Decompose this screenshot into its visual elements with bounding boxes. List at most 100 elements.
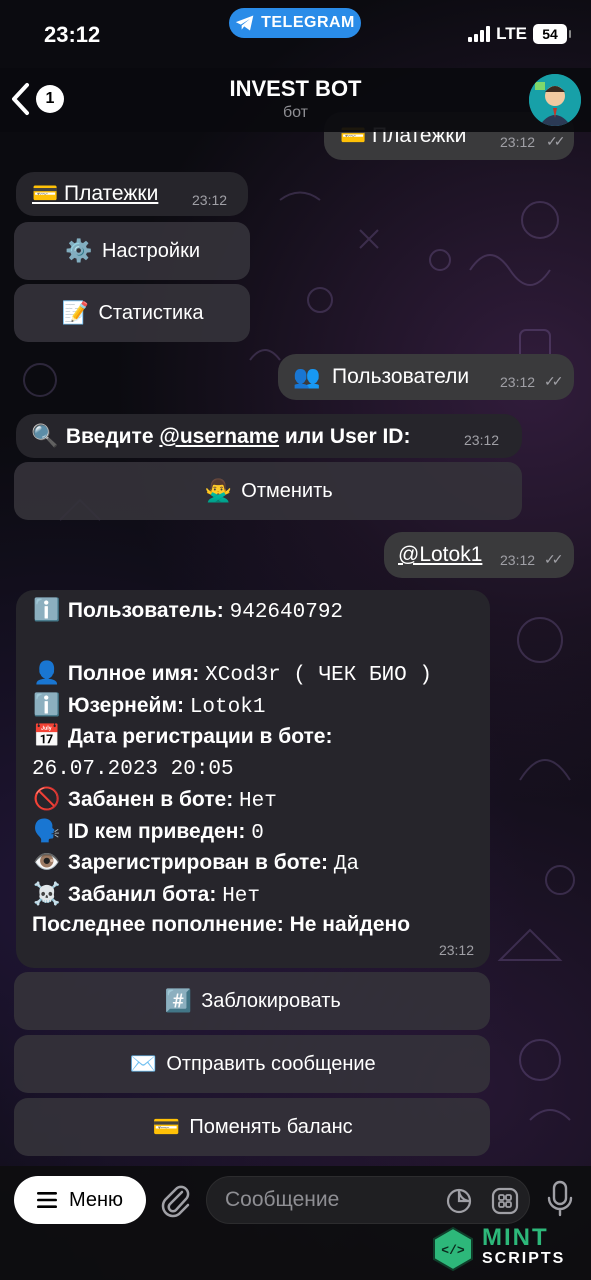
info-value: Не найдено bbox=[289, 913, 411, 936]
message-time: 23:12 bbox=[500, 134, 536, 150]
battery-level: 54 bbox=[542, 26, 558, 42]
telegram-pill-label: TELEGRAM bbox=[261, 14, 355, 31]
cancel-button[interactable]: 🙅‍♂️ Отменить bbox=[14, 462, 522, 520]
incoming-message-user-info[interactable]: ℹ️ Пользователь: 942640792 👤 Полное имя:… bbox=[16, 590, 490, 968]
statistics-button-label: Статистика bbox=[98, 301, 204, 324]
message-input[interactable] bbox=[225, 1177, 435, 1223]
svg-text:</>: </> bbox=[441, 1243, 465, 1258]
person-gesturing-no-icon: 🙅‍♂️ bbox=[204, 478, 232, 503]
credit-card-icon: 💳 bbox=[152, 1114, 181, 1139]
statistics-button[interactable]: 📝 Статистика bbox=[14, 284, 250, 342]
info-last-topup: Последнее пополнение: Не найдено bbox=[32, 909, 490, 941]
menu-button[interactable]: Меню bbox=[14, 1176, 146, 1224]
read-checkmark-icon: ✓✓ bbox=[546, 133, 566, 149]
settings-button[interactable]: ⚙️ Настройки bbox=[14, 222, 250, 280]
battery-icon: 54 bbox=[533, 24, 571, 44]
avatar[interactable] bbox=[529, 74, 581, 126]
incoming-message-payments[interactable]: 💳 Платежки 23:12 bbox=[16, 172, 248, 216]
info-label: Дата регистрации в боте: bbox=[67, 725, 333, 748]
hamburger-icon bbox=[36, 1192, 57, 1208]
info-registered: 👁️ Зарегистрирован в боте: Да bbox=[32, 846, 490, 878]
person-icon: 👤 bbox=[33, 660, 61, 685]
sticker-icon[interactable] bbox=[445, 1187, 473, 1215]
info-registration: 📅 Дата регистрации в боте: bbox=[32, 720, 490, 752]
info-value: XCod3r ( ЧЕК БИО ) bbox=[205, 664, 432, 687]
info-label: Юзернейм: bbox=[67, 693, 184, 717]
watermark-line1: MINT bbox=[482, 1224, 549, 1251]
message-time: 23:12 bbox=[438, 942, 474, 958]
read-checkmark-icon: ✓✓ bbox=[544, 373, 564, 389]
message-time: 23:12 bbox=[500, 552, 536, 568]
info-value: Lotok1 bbox=[189, 695, 266, 719]
status-bar: 23:12 TELEGRAM LTE 54 bbox=[0, 0, 591, 68]
message-time: 23:12 bbox=[464, 432, 500, 448]
send-message-button-label: Отправить сообщение bbox=[166, 1052, 376, 1075]
signal-icon bbox=[468, 26, 491, 42]
info-username: ℹ️ Юзернейм: Lotok1 bbox=[32, 689, 490, 721]
info-referrer: 🗣️ ID кем приведен: 0 bbox=[32, 815, 490, 847]
chat-header: 1 INVEST BOT бот bbox=[0, 68, 591, 132]
info-icon: ℹ️ bbox=[33, 597, 61, 622]
message-text: Пользователи bbox=[332, 365, 470, 388]
mint-scripts-logo-icon: </> bbox=[433, 1226, 473, 1272]
info-label: Забанил бота: bbox=[67, 882, 217, 906]
status-indicators: LTE 54 bbox=[468, 24, 571, 44]
paperclip-icon[interactable] bbox=[158, 1182, 192, 1218]
info-icon: ℹ️ bbox=[33, 691, 61, 717]
username-link[interactable]: @username bbox=[159, 425, 279, 448]
envelope-icon: ✉️ bbox=[129, 1051, 158, 1076]
settings-button-label: Настройки bbox=[101, 239, 201, 262]
telegram-icon bbox=[235, 15, 254, 31]
change-balance-button-label: Поменять баланс bbox=[189, 1115, 353, 1138]
message-time: 23:12 bbox=[500, 374, 536, 390]
prompt-text-before: Введите bbox=[65, 425, 154, 448]
info-full-name: 👤 Полное имя: XCod3r ( ЧЕК БИО ) bbox=[32, 657, 490, 689]
info-value: 26.07.2023 20:05 bbox=[32, 757, 234, 781]
send-message-button[interactable]: ✉️ Отправить сообщение bbox=[14, 1035, 490, 1093]
change-balance-button[interactable]: 💳 Поменять баланс bbox=[14, 1098, 490, 1156]
info-value: 0 bbox=[251, 821, 264, 845]
telegram-pill[interactable]: TELEGRAM bbox=[229, 8, 361, 38]
bot-avatar-icon bbox=[529, 74, 581, 126]
info-label: Зарегистрирован в боте: bbox=[67, 851, 329, 874]
skull-icon: ☠️ bbox=[33, 880, 61, 906]
prompt-text: 🔍 Введите @username или User ID: bbox=[30, 423, 410, 449]
eye-icon: 👁️ bbox=[33, 849, 61, 874]
chat-subtitle: бот bbox=[282, 104, 309, 121]
message-text[interactable]: @Lotok1 bbox=[398, 543, 482, 567]
gear-icon: ⚙️ bbox=[65, 238, 93, 263]
info-registration-date: 26.07.2023 20:05 bbox=[32, 752, 490, 784]
microphone-icon[interactable] bbox=[546, 1180, 574, 1218]
outgoing-message-users[interactable]: 👥 Пользователи 23:12 ✓✓ bbox=[278, 354, 574, 400]
speaking-head-icon: 🗣️ bbox=[33, 817, 61, 843]
incoming-message-prompt[interactable]: 🔍 Введите @username или User ID: 23:12 bbox=[16, 414, 522, 458]
menu-button-label: Меню bbox=[68, 1188, 124, 1211]
info-label: Пользователь: bbox=[67, 599, 224, 622]
calendar-icon: 📅 bbox=[33, 723, 61, 748]
network-type: LTE bbox=[496, 24, 527, 43]
message-time: 23:12 bbox=[192, 192, 228, 208]
outgoing-message-username[interactable]: @Lotok1 23:12 ✓✓ bbox=[384, 532, 574, 578]
message-text[interactable]: 💳 Платежки bbox=[32, 182, 158, 206]
users-icon: 👥 bbox=[293, 364, 321, 389]
info-user-id: ℹ️ Пользователь: 942640792 bbox=[32, 594, 490, 626]
info-blocked-bot: ☠️ Забанил бота: Нет bbox=[32, 878, 490, 910]
block-button[interactable]: #️⃣ Заблокировать bbox=[14, 972, 490, 1030]
prompt-text-after: или User ID: bbox=[284, 425, 411, 448]
info-label: ID кем приведен: bbox=[67, 819, 246, 843]
prohibited-icon: 🚫 bbox=[33, 786, 61, 811]
info-value: Да bbox=[333, 853, 360, 876]
info-value: 942640792 bbox=[229, 601, 344, 624]
status-time: 23:12 bbox=[44, 22, 101, 47]
chat-title[interactable]: INVEST BOT bbox=[0, 76, 591, 102]
info-value: Нет bbox=[222, 884, 260, 908]
info-label: Забанен в боте: bbox=[67, 788, 234, 811]
mint-scripts-watermark: </> MINT SCRIPTS bbox=[430, 1226, 580, 1272]
read-checkmark-icon: ✓✓ bbox=[544, 551, 564, 567]
memo-icon: 📝 bbox=[61, 300, 90, 325]
message-input-container bbox=[206, 1176, 530, 1224]
hash-icon: #️⃣ bbox=[164, 988, 192, 1013]
bot-commands-icon[interactable] bbox=[491, 1187, 519, 1215]
info-banned: 🚫 Забанен в боте: Нет bbox=[32, 783, 490, 815]
